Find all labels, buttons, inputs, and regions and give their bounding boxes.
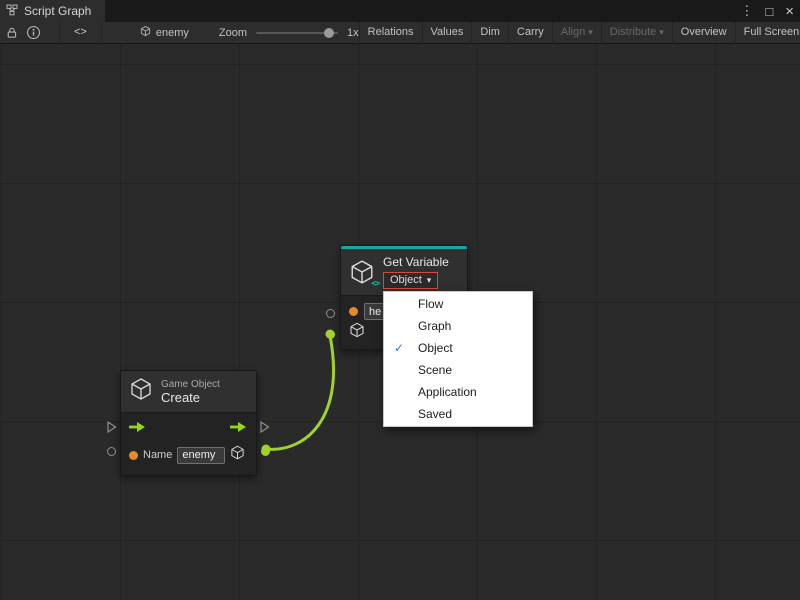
- create-game-object-node[interactable]: Game Object Create: [120, 370, 257, 476]
- flow-in-arrow-icon: [129, 420, 147, 438]
- name-port-label: Name: [143, 449, 172, 461]
- chevron-down-icon: ▾: [427, 275, 432, 286]
- menu-item-object[interactable]: ✓ Object: [384, 337, 532, 359]
- chevron-down-icon: ▾: [588, 22, 593, 43]
- object-input-port[interactable]: [326, 330, 335, 339]
- close-icon[interactable]: ×: [785, 3, 794, 20]
- name-input-port[interactable]: [107, 447, 116, 456]
- string-port-dot: [129, 451, 138, 460]
- game-object-icon: [140, 25, 151, 40]
- gameobject-output-port[interactable]: [261, 447, 270, 456]
- node-title: Create: [161, 390, 220, 405]
- gameobject-output-cube-icon: [230, 445, 245, 465]
- node-subtitle: Game Object: [161, 379, 220, 390]
- window-controls: ⋮ □ ×: [740, 0, 794, 22]
- zoom-label: Zoom: [219, 27, 247, 39]
- create-node-body: Name: [121, 412, 256, 475]
- name-input-port[interactable]: [326, 309, 335, 318]
- tab-script-graph[interactable]: Script Graph: [0, 0, 105, 22]
- toolbar-buttons: Relations Values Dim Carry Align ▾ Distr…: [359, 22, 800, 44]
- window-menu-icon[interactable]: ⋮: [740, 3, 753, 19]
- game-object-cube-icon: [129, 377, 153, 406]
- graph-toolbar: <> enemy Zoom 1x Relations Values Dim Ca…: [0, 22, 800, 44]
- dim-button[interactable]: Dim: [471, 22, 508, 44]
- chevron-down-icon: ▾: [659, 22, 664, 43]
- title-bar: Script Graph ⋮ □ ×: [0, 0, 800, 22]
- full-screen-button[interactable]: Full Screen: [735, 22, 800, 44]
- menu-item-flow[interactable]: Flow: [384, 293, 532, 315]
- check-icon: ✓: [394, 337, 404, 359]
- code-icon: <>: [74, 26, 87, 38]
- create-node-header: Game Object Create: [121, 371, 256, 412]
- gameobject-port-cube-icon: [349, 322, 365, 343]
- graph-breadcrumb[interactable]: enemy: [140, 25, 189, 40]
- script-graph-window: Script Graph ⋮ □ × <>: [0, 0, 800, 600]
- variable-kind-value: Object: [390, 274, 422, 286]
- flow-input-port[interactable]: [107, 420, 117, 438]
- variable-kind-dropdown[interactable]: Object ▾: [383, 272, 438, 289]
- get-variable-header: <> Get Variable Object ▾: [341, 249, 467, 295]
- graph-breadcrumb-label: enemy: [156, 27, 189, 39]
- script-graph-icon: [6, 4, 18, 19]
- lock-icon[interactable]: [6, 22, 18, 44]
- overview-button[interactable]: Overview: [672, 22, 735, 44]
- menu-item-application[interactable]: Application: [384, 381, 532, 403]
- zoom-slider[interactable]: [256, 32, 338, 34]
- edit-script-button[interactable]: <>: [59, 22, 102, 44]
- values-button[interactable]: Values: [422, 22, 472, 44]
- tab-title: Script Graph: [24, 4, 91, 18]
- menu-item-saved[interactable]: Saved: [384, 403, 532, 425]
- menu-item-graph[interactable]: Graph: [384, 315, 532, 337]
- zoom-control: Zoom 1x: [219, 27, 359, 39]
- variable-kind-menu: Flow Graph ✓ Object Scene Application Sa…: [383, 291, 533, 427]
- zoom-value: 1x: [347, 27, 359, 39]
- string-port-dot: [349, 307, 358, 316]
- name-value-field[interactable]: [177, 447, 225, 464]
- menu-item-scene[interactable]: Scene: [384, 359, 532, 381]
- flow-output-port[interactable]: [260, 420, 270, 438]
- info-icon[interactable]: [26, 22, 41, 44]
- code-icon: <>: [372, 279, 379, 288]
- relations-button[interactable]: Relations: [359, 22, 422, 44]
- node-title: Get Variable: [383, 255, 449, 269]
- distribute-button[interactable]: Distribute ▾: [601, 22, 672, 44]
- zoom-slider-handle[interactable]: [324, 28, 334, 38]
- flow-out-arrow-icon: [230, 420, 248, 438]
- carry-button[interactable]: Carry: [508, 22, 552, 44]
- align-button[interactable]: Align ▾: [552, 22, 601, 44]
- maximize-icon[interactable]: □: [765, 4, 773, 19]
- variable-cube-icon: <>: [349, 259, 375, 285]
